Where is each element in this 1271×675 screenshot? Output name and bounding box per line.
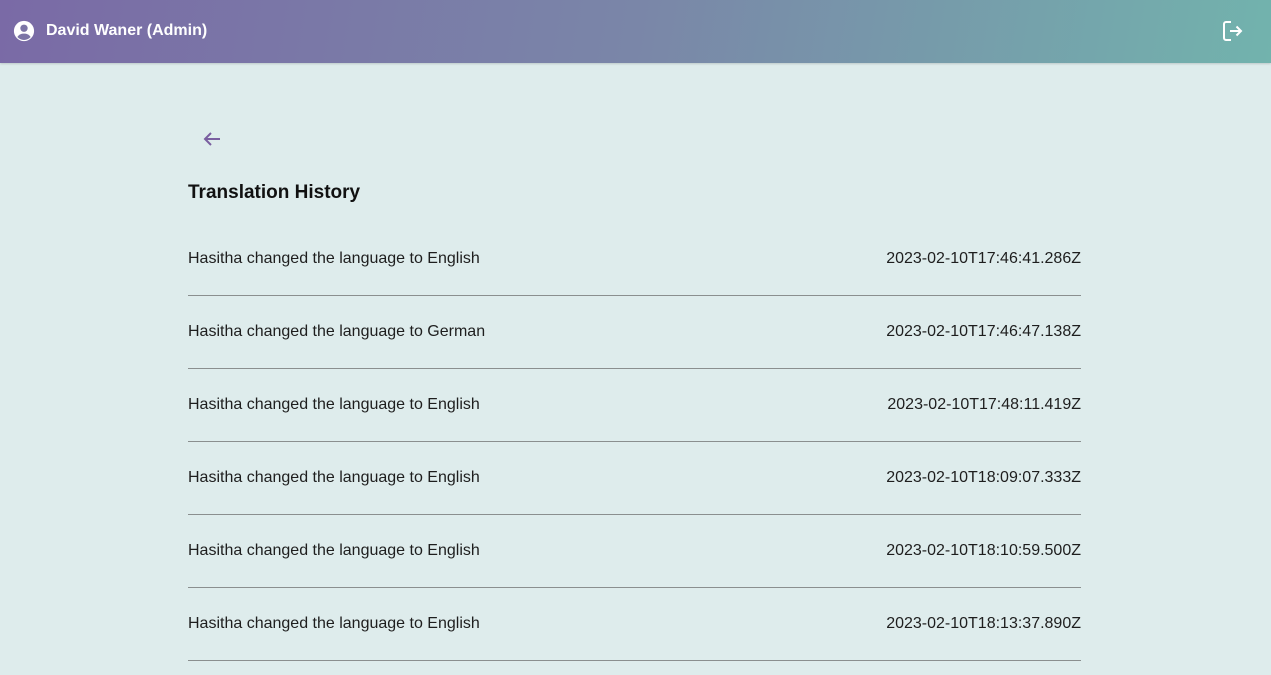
list-item: Hasitha changed the language to English … [188,223,1081,296]
history-text: Hasitha changed the language to English [188,615,480,632]
history-text: Hasitha changed the language to English [188,396,480,413]
history-timestamp: 2023-02-10T17:48:11.419Z [887,396,1081,413]
history-timestamp: 2023-02-10T18:10:59.500Z [886,542,1081,559]
history-text: Hasitha changed the language to German [188,323,486,340]
history-text: Hasitha changed the language to English [188,542,480,559]
history-timestamp: 2023-02-10T17:46:41.286Z [886,250,1081,267]
page-title: Translation History [188,182,361,203]
list-item: Hasitha changed the language to English … [188,515,1081,588]
list-item: Hasitha changed the language to English … [188,588,1081,661]
history-timestamp: 2023-02-10T18:09:07.333Z [886,469,1081,486]
app-header: David Waner (Admin) [0,0,1271,63]
back-button[interactable] [200,127,224,151]
history-text: Hasitha changed the language to English [188,250,480,267]
user-name: David Waner (Admin) [46,22,208,39]
history-text: Hasitha changed the language to English [188,469,480,486]
user-info: David Waner (Admin) [13,20,207,42]
arrow-left-icon [203,132,220,146]
history-list: Hasitha changed the language to English … [188,223,1081,661]
list-item: Hasitha changed the language to English … [188,442,1081,515]
list-item: Hasitha changed the language to English … [188,369,1081,442]
list-item: Hasitha changed the language to German 2… [188,296,1081,369]
history-timestamp: 2023-02-10T18:13:37.890Z [886,615,1081,632]
account-circle-icon [13,20,35,42]
logout-icon [1223,21,1243,41]
history-timestamp: 2023-02-10T17:46:47.138Z [886,323,1081,340]
logout-button[interactable] [1221,19,1245,43]
